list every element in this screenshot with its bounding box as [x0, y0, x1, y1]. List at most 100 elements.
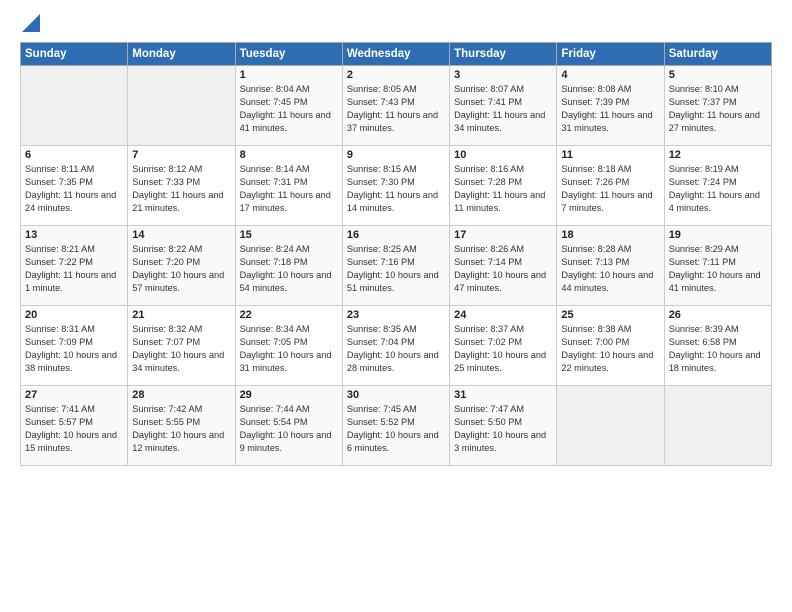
- day-info: Sunrise: 8:07 AM Sunset: 7:41 PM Dayligh…: [454, 83, 552, 135]
- calendar-cell: 4Sunrise: 8:08 AM Sunset: 7:39 PM Daylig…: [557, 66, 664, 146]
- calendar-cell: 31Sunrise: 7:47 AM Sunset: 5:50 PM Dayli…: [450, 386, 557, 466]
- day-info: Sunrise: 8:26 AM Sunset: 7:14 PM Dayligh…: [454, 243, 552, 295]
- day-info: Sunrise: 7:42 AM Sunset: 5:55 PM Dayligh…: [132, 403, 230, 455]
- calendar-cell: 14 Sunrise: 8:22 AM Sunset: 7:20 PM Dayli…: [128, 226, 235, 306]
- day-info: Sunrise: 8:04 AM Sunset: 7:45 PM Dayligh…: [240, 83, 338, 135]
- day-info: Sunrise: 8:37 AM Sunset: 7:02 PM Dayligh…: [454, 323, 552, 375]
- day-number: 1: [240, 69, 338, 81]
- calendar-cell: 23 Sunrise: 8:35 AM Sunset: 7:04 PM Dayli…: [342, 306, 449, 386]
- col-header-friday: Friday: [557, 43, 664, 66]
- calendar-cell: 25 Sunrise: 8:38 AM Sunset: 7:00 PM Dayli…: [557, 306, 664, 386]
- col-header-tuesday: Tuesday: [235, 43, 342, 66]
- day-number: 16: [347, 229, 445, 241]
- calendar-cell: 1 Sunrise: 8:04 AM Sunset: 7:45 PM Daylig…: [235, 66, 342, 146]
- page: SundayMondayTuesdayWednesdayThursdayFrid…: [0, 0, 792, 476]
- calendar-cell: 13 Sunrise: 8:21 AM Sunset: 7:22 PM Dayli…: [21, 226, 128, 306]
- day-info: Sunrise: 7:44 AM Sunset: 5:54 PM Dayligh…: [240, 403, 338, 455]
- day-info: Sunrise: 8:18 AM Sunset: 7:26 PM Dayligh…: [561, 163, 659, 215]
- day-number: 20: [25, 309, 123, 321]
- calendar-cell: 22 Sunrise: 8:34 AM Sunset: 7:05 PM Dayli…: [235, 306, 342, 386]
- calendar-cell: 7 Sunrise: 8:12 AM Sunset: 7:33 PM Daylig…: [128, 146, 235, 226]
- day-number: 15: [240, 229, 338, 241]
- calendar-cell: 9 Sunrise: 8:15 AM Sunset: 7:30 PM Daylig…: [342, 146, 449, 226]
- calendar-cell: 12Sunrise: 8:19 AM Sunset: 7:24 PM Dayli…: [664, 146, 771, 226]
- day-info: Sunrise: 7:41 AM Sunset: 5:57 PM Dayligh…: [25, 403, 123, 455]
- day-number: 14: [132, 229, 230, 241]
- day-number: 19: [669, 229, 767, 241]
- calendar-cell: 16Sunrise: 8:25 AM Sunset: 7:16 PM Dayli…: [342, 226, 449, 306]
- day-info: Sunrise: 8:21 AM Sunset: 7:22 PM Dayligh…: [25, 243, 123, 295]
- calendar-cell: [21, 66, 128, 146]
- week-row-1: 6 Sunrise: 8:11 AM Sunset: 7:35 PM Daylig…: [21, 146, 772, 226]
- header: [20, 16, 772, 32]
- day-info: Sunrise: 8:24 AM Sunset: 7:18 PM Dayligh…: [240, 243, 338, 295]
- calendar-cell: 27 Sunrise: 7:41 AM Sunset: 5:57 PM Dayli…: [21, 386, 128, 466]
- day-number: 6: [25, 149, 123, 161]
- day-number: 29: [240, 389, 338, 401]
- calendar-cell: 15 Sunrise: 8:24 AM Sunset: 7:18 PM Dayli…: [235, 226, 342, 306]
- day-number: 10: [454, 149, 552, 161]
- day-number: 7: [132, 149, 230, 161]
- day-info: Sunrise: 8:22 AM Sunset: 7:20 PM Dayligh…: [132, 243, 230, 295]
- day-info: Sunrise: 8:38 AM Sunset: 7:00 PM Dayligh…: [561, 323, 659, 375]
- calendar-cell: 10 Sunrise: 8:16 AM Sunset: 7:28 PM Dayli…: [450, 146, 557, 226]
- calendar-cell: [128, 66, 235, 146]
- day-number: 9: [347, 149, 445, 161]
- calendar-cell: 24Sunrise: 8:37 AM Sunset: 7:02 PM Dayli…: [450, 306, 557, 386]
- day-info: Sunrise: 8:15 AM Sunset: 7:30 PM Dayligh…: [347, 163, 445, 215]
- day-info: Sunrise: 8:14 AM Sunset: 7:31 PM Dayligh…: [240, 163, 338, 215]
- day-info: Sunrise: 7:45 AM Sunset: 5:52 PM Dayligh…: [347, 403, 445, 455]
- day-number: 8: [240, 149, 338, 161]
- calendar-cell: 5Sunrise: 8:10 AM Sunset: 7:37 PM Daylig…: [664, 66, 771, 146]
- calendar-cell: 29 Sunrise: 7:44 AM Sunset: 5:54 PM Dayli…: [235, 386, 342, 466]
- calendar-cell: 6 Sunrise: 8:11 AM Sunset: 7:35 PM Daylig…: [21, 146, 128, 226]
- day-number: 18: [561, 229, 659, 241]
- day-info: Sunrise: 8:31 AM Sunset: 7:09 PM Dayligh…: [25, 323, 123, 375]
- day-number: 17: [454, 229, 552, 241]
- day-number: 5: [669, 69, 767, 81]
- day-info: Sunrise: 8:39 AM Sunset: 6:58 PM Dayligh…: [669, 323, 767, 375]
- calendar-cell: 2 Sunrise: 8:05 AM Sunset: 7:43 PM Daylig…: [342, 66, 449, 146]
- logo-arrow-icon: [22, 14, 40, 32]
- calendar-cell: 17 Sunrise: 8:26 AM Sunset: 7:14 PM Dayli…: [450, 226, 557, 306]
- day-number: 27: [25, 389, 123, 401]
- day-number: 13: [25, 229, 123, 241]
- day-number: 3: [454, 69, 552, 81]
- calendar-cell: 3 Sunrise: 8:07 AM Sunset: 7:41 PM Daylig…: [450, 66, 557, 146]
- day-info: Sunrise: 8:35 AM Sunset: 7:04 PM Dayligh…: [347, 323, 445, 375]
- col-header-wednesday: Wednesday: [342, 43, 449, 66]
- calendar-table: SundayMondayTuesdayWednesdayThursdayFrid…: [20, 42, 772, 466]
- day-number: 12: [669, 149, 767, 161]
- col-header-monday: Monday: [128, 43, 235, 66]
- logo: [20, 16, 40, 32]
- day-number: 2: [347, 69, 445, 81]
- day-number: 30: [347, 389, 445, 401]
- day-number: 22: [240, 309, 338, 321]
- calendar-cell: 30 Sunrise: 7:45 AM Sunset: 5:52 PM Dayli…: [342, 386, 449, 466]
- week-row-4: 27 Sunrise: 7:41 AM Sunset: 5:57 PM Dayli…: [21, 386, 772, 466]
- day-number: 23: [347, 309, 445, 321]
- col-header-thursday: Thursday: [450, 43, 557, 66]
- calendar-cell: 19Sunrise: 8:29 AM Sunset: 7:11 PM Dayli…: [664, 226, 771, 306]
- day-number: 25: [561, 309, 659, 321]
- day-number: 26: [669, 309, 767, 321]
- calendar-cell: [664, 386, 771, 466]
- calendar-cell: 26 Sunrise: 8:39 AM Sunset: 6:58 PM Dayli…: [664, 306, 771, 386]
- col-header-sunday: Sunday: [21, 43, 128, 66]
- day-info: Sunrise: 8:11 AM Sunset: 7:35 PM Dayligh…: [25, 163, 123, 215]
- calendar-cell: 11 Sunrise: 8:18 AM Sunset: 7:26 PM Dayli…: [557, 146, 664, 226]
- day-number: 4: [561, 69, 659, 81]
- day-info: Sunrise: 8:34 AM Sunset: 7:05 PM Dayligh…: [240, 323, 338, 375]
- calendar-cell: 20 Sunrise: 8:31 AM Sunset: 7:09 PM Dayli…: [21, 306, 128, 386]
- day-number: 28: [132, 389, 230, 401]
- day-info: Sunrise: 8:28 AM Sunset: 7:13 PM Dayligh…: [561, 243, 659, 295]
- col-header-saturday: Saturday: [664, 43, 771, 66]
- calendar-cell: [557, 386, 664, 466]
- day-info: Sunrise: 8:05 AM Sunset: 7:43 PM Dayligh…: [347, 83, 445, 135]
- day-number: 11: [561, 149, 659, 161]
- day-info: Sunrise: 8:12 AM Sunset: 7:33 PM Dayligh…: [132, 163, 230, 215]
- day-info: Sunrise: 8:16 AM Sunset: 7:28 PM Dayligh…: [454, 163, 552, 215]
- day-info: Sunrise: 8:32 AM Sunset: 7:07 PM Dayligh…: [132, 323, 230, 375]
- calendar-cell: 21Sunrise: 8:32 AM Sunset: 7:07 PM Dayli…: [128, 306, 235, 386]
- day-number: 31: [454, 389, 552, 401]
